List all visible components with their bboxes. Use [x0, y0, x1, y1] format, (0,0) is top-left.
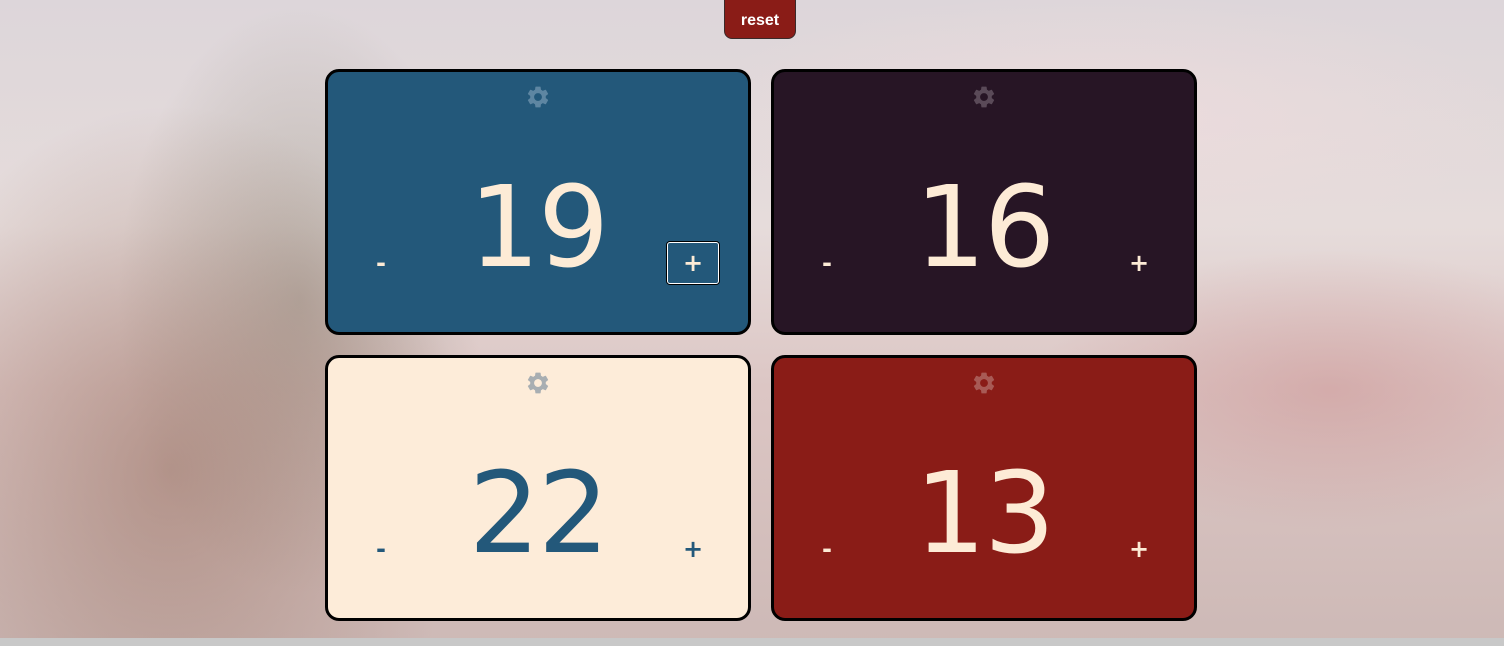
reset-button[interactable]: reset	[724, 0, 796, 39]
decrement-button[interactable]: -	[355, 242, 407, 284]
gear-icon[interactable]	[525, 84, 551, 110]
bottom-bar	[0, 638, 1504, 646]
increment-button[interactable]: +	[667, 242, 719, 284]
player-card-4: 13 - +	[771, 355, 1197, 621]
increment-button[interactable]: +	[1113, 528, 1165, 570]
decrement-button[interactable]: -	[801, 528, 853, 570]
gear-icon[interactable]	[971, 84, 997, 110]
decrement-button[interactable]: -	[355, 528, 407, 570]
decrement-button[interactable]: -	[801, 242, 853, 284]
player-card-1: 19 - +	[325, 69, 751, 335]
player-card-3: 22 - +	[325, 355, 751, 621]
gear-icon[interactable]	[971, 370, 997, 396]
increment-button[interactable]: +	[1113, 242, 1165, 284]
gear-icon[interactable]	[525, 370, 551, 396]
player-card-2: 16 - +	[771, 69, 1197, 335]
increment-button[interactable]: +	[667, 528, 719, 570]
